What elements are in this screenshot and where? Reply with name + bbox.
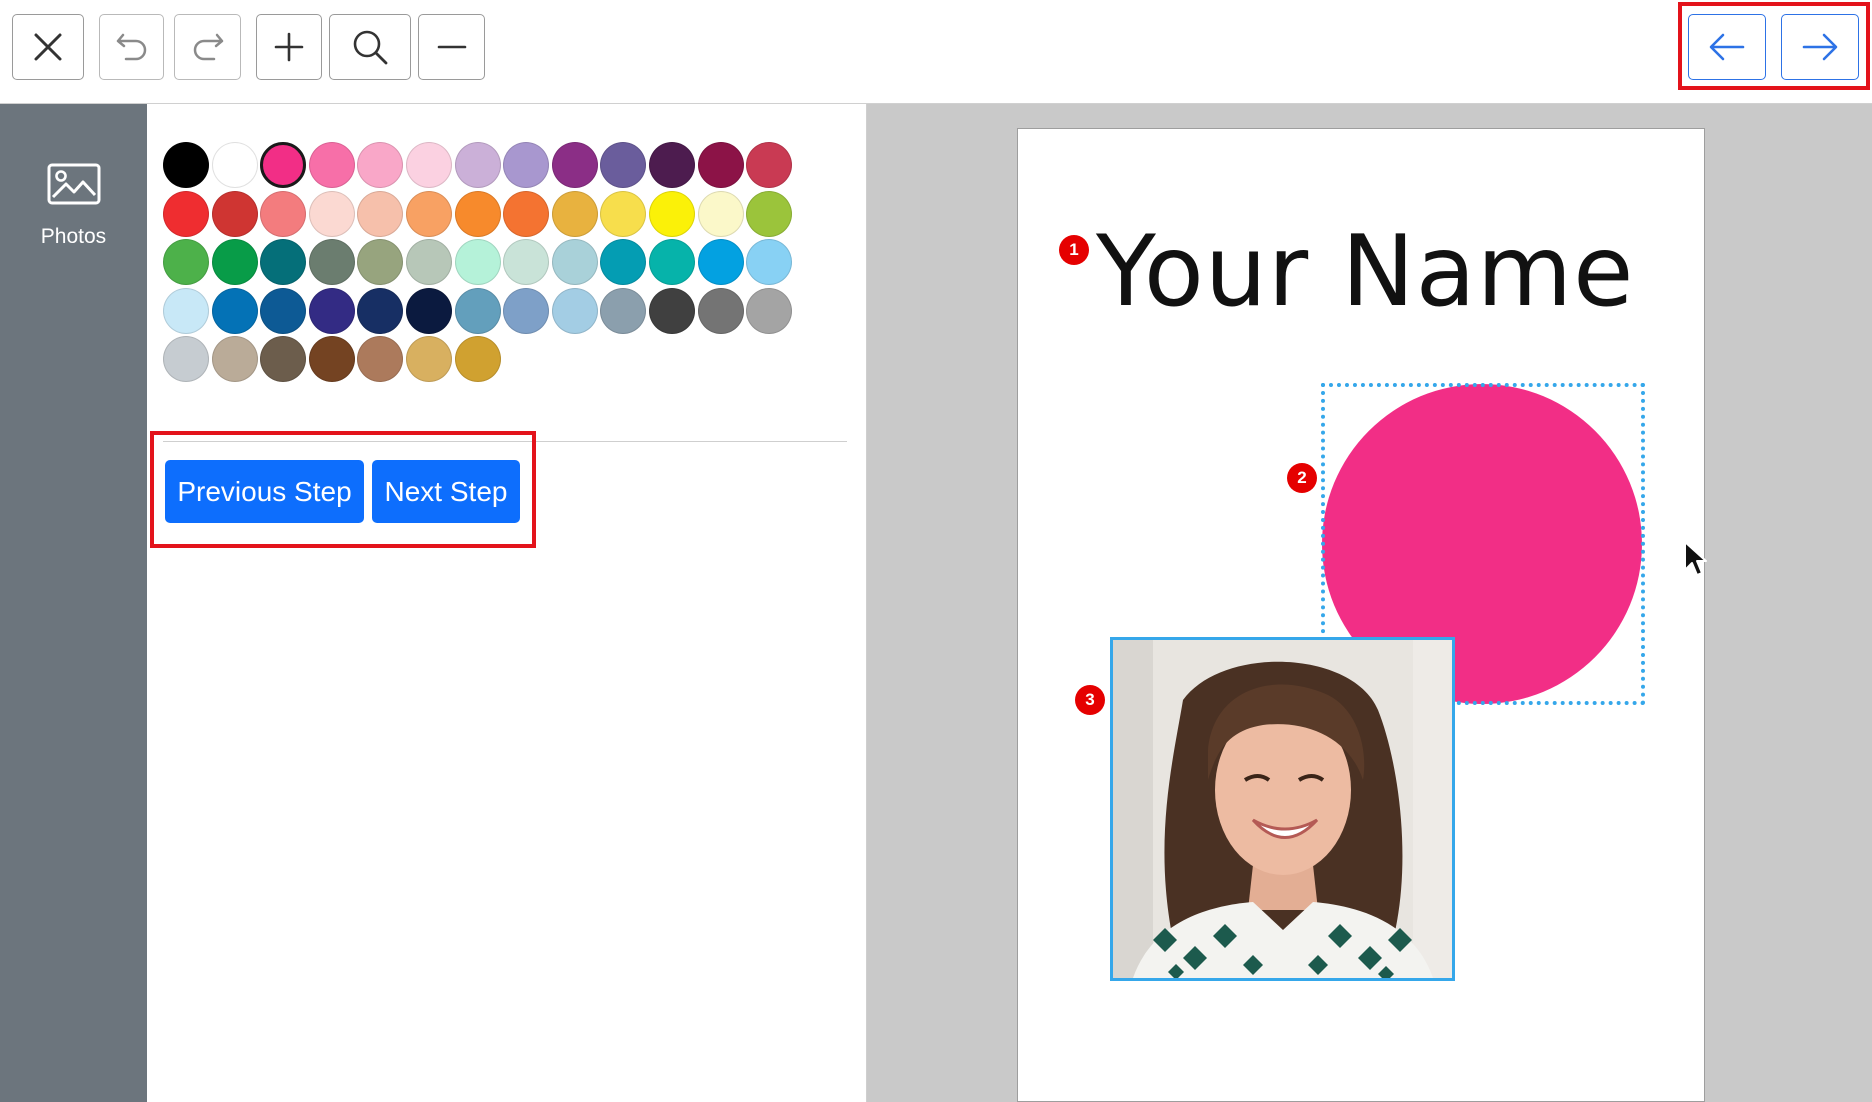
- undo-button[interactable]: [99, 14, 164, 80]
- color-swatch[interactable]: [163, 336, 209, 383]
- color-swatch[interactable]: [260, 190, 307, 237]
- portrait-photo[interactable]: [1110, 637, 1455, 981]
- color-swatch[interactable]: [454, 142, 501, 188]
- color-swatch[interactable]: [600, 190, 647, 237]
- color-swatch[interactable]: [503, 287, 550, 334]
- close-icon: [34, 33, 62, 61]
- color-swatch[interactable]: [697, 239, 744, 286]
- color-swatch[interactable]: [406, 287, 452, 334]
- portrait-image: [1113, 640, 1452, 978]
- color-swatch[interactable]: [357, 142, 404, 188]
- color-swatch[interactable]: [308, 239, 355, 286]
- sidebar-item-label: Photos: [40, 225, 107, 248]
- color-swatch[interactable]: [260, 336, 307, 383]
- color-swatch[interactable]: [260, 287, 307, 334]
- plus-icon: [274, 32, 304, 62]
- color-swatch[interactable]: [406, 336, 452, 383]
- color-swatch[interactable]: [600, 239, 647, 286]
- next-step-button[interactable]: Next Step: [372, 460, 520, 523]
- title-text[interactable]: Your Name: [1096, 215, 1634, 329]
- color-swatch[interactable]: [454, 336, 501, 383]
- color-swatch[interactable]: [503, 142, 550, 188]
- color-swatch[interactable]: [308, 336, 355, 383]
- marker-3: 3: [1075, 685, 1105, 715]
- color-swatch[interactable]: [163, 287, 209, 334]
- color-swatch[interactable]: [260, 142, 307, 188]
- color-swatch[interactable]: [503, 239, 550, 286]
- color-swatch[interactable]: [551, 287, 598, 334]
- color-swatch[interactable]: [406, 142, 452, 188]
- color-swatch[interactable]: [551, 239, 598, 286]
- color-swatch[interactable]: [746, 239, 793, 286]
- color-swatch[interactable]: [211, 336, 258, 383]
- arrow-left-icon: [1709, 33, 1745, 61]
- color-swatch[interactable]: [746, 190, 793, 237]
- color-swatch[interactable]: [649, 239, 695, 286]
- color-swatch[interactable]: [454, 287, 501, 334]
- color-swatch[interactable]: [551, 142, 598, 188]
- minus-button[interactable]: [418, 14, 485, 80]
- color-swatch[interactable]: [697, 287, 744, 334]
- undo-icon: [116, 33, 146, 61]
- color-swatch[interactable]: [308, 190, 355, 237]
- color-swatch[interactable]: [600, 287, 647, 334]
- previous-step-button[interactable]: Previous Step: [165, 460, 364, 523]
- color-swatch[interactable]: [746, 142, 793, 188]
- color-swatch[interactable]: [454, 190, 501, 237]
- color-swatch[interactable]: [211, 190, 258, 237]
- color-swatch[interactable]: [697, 190, 744, 237]
- color-swatch[interactable]: [649, 190, 695, 237]
- top-toolbar: [0, 0, 1872, 104]
- redo-button[interactable]: [174, 14, 241, 80]
- color-swatch[interactable]: [357, 190, 404, 237]
- image-icon: [47, 163, 100, 205]
- canvas-workspace: 1 Your Name 2 3: [867, 104, 1872, 1102]
- color-swatch[interactable]: [357, 239, 404, 286]
- color-swatch[interactable]: [649, 287, 695, 334]
- search-icon: [353, 30, 388, 65]
- redo-icon: [193, 33, 223, 61]
- color-swatch[interactable]: [406, 239, 452, 286]
- color-swatch[interactable]: [163, 190, 209, 237]
- color-swatch[interactable]: [211, 142, 258, 188]
- close-button[interactable]: [12, 14, 84, 80]
- previous-page-button[interactable]: [1688, 14, 1766, 80]
- color-swatch[interactable]: [406, 190, 452, 237]
- marker-2: 2: [1287, 463, 1317, 493]
- minus-icon: [437, 45, 466, 49]
- color-panel: Previous Step Next Step: [147, 104, 867, 1102]
- design-page[interactable]: 1 Your Name 2 3: [1017, 128, 1705, 1102]
- next-page-button[interactable]: [1781, 14, 1859, 80]
- color-swatch[interactable]: [163, 239, 209, 286]
- left-sidebar: Photos: [0, 104, 147, 1102]
- color-swatch[interactable]: [308, 287, 355, 334]
- zoom-button[interactable]: [329, 14, 411, 80]
- color-swatch[interactable]: [308, 142, 355, 188]
- arrow-right-icon: [1802, 33, 1838, 61]
- color-swatch[interactable]: [211, 287, 258, 334]
- color-swatch[interactable]: [260, 239, 307, 286]
- mouse-cursor-icon: [1684, 541, 1707, 576]
- color-swatch[interactable]: [600, 142, 647, 188]
- color-swatch[interactable]: [357, 287, 404, 334]
- color-swatch[interactable]: [163, 142, 209, 188]
- color-swatch[interactable]: [649, 142, 695, 188]
- color-swatch[interactable]: [746, 287, 793, 334]
- sidebar-item-photos[interactable]: Photos: [0, 154, 147, 249]
- color-swatch[interactable]: [503, 190, 550, 237]
- color-swatch[interactable]: [454, 239, 501, 286]
- color-swatch[interactable]: [697, 142, 744, 188]
- add-button[interactable]: [256, 14, 322, 80]
- color-swatch[interactable]: [211, 239, 258, 286]
- color-swatch[interactable]: [551, 190, 598, 237]
- color-swatch[interactable]: [357, 336, 404, 383]
- marker-1: 1: [1059, 235, 1089, 265]
